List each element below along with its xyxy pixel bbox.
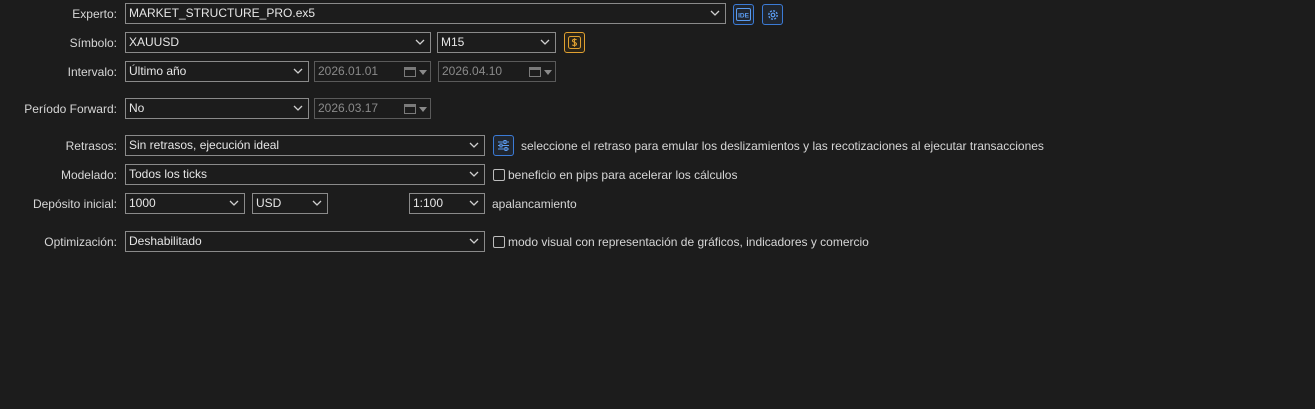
expert-select-value: MARKET_STRUCTURE_PRO.ex5	[129, 6, 316, 20]
forward-period-select[interactable]: No	[125, 98, 309, 119]
chevron-down-icon	[293, 68, 303, 74]
delays-hint: seleccione el retraso para emular los de…	[521, 139, 1044, 153]
interval-select[interactable]: Último año	[125, 61, 309, 82]
chevron-down-icon	[469, 200, 479, 206]
leverage-select-value: 1:100	[413, 196, 444, 210]
leverage-label: apalancamiento	[492, 197, 577, 211]
expert-select[interactable]: MARKET_STRUCTURE_PRO.ex5	[125, 3, 726, 24]
interval-from-date-value: 2026.01.01	[318, 64, 379, 78]
label-deposito: Depósito inicial:	[32, 197, 117, 211]
forward-date-value: 2026.03.17	[318, 101, 379, 115]
timeframe-select[interactable]: M15	[437, 32, 556, 53]
settings-gear-icon	[767, 9, 778, 20]
modeling-select-value: Todos los ticks	[129, 167, 208, 181]
calendar-icon	[404, 67, 416, 77]
optimization-select-value: Deshabilitado	[129, 234, 202, 248]
interval-from-date: 2026.01.01	[314, 61, 431, 82]
label-optimizacion: Optimización:	[44, 235, 117, 249]
chevron-down-icon	[540, 39, 550, 45]
visual-mode-checkbox-label: modo visual con representación de gráfic…	[508, 235, 869, 249]
label-simbolo: Símbolo:	[69, 36, 117, 50]
delays-select[interactable]: Sin retrasos, ejecución ideal	[125, 135, 485, 156]
chevron-down-icon	[229, 200, 239, 206]
label-intervalo: Intervalo:	[67, 65, 117, 79]
deposit-amount-select[interactable]: 1000	[125, 193, 245, 214]
chevron-down-icon	[710, 10, 720, 16]
delays-settings-button[interactable]	[493, 135, 514, 156]
currency-select[interactable]: USD	[252, 193, 328, 214]
dropdown-arrow-icon	[419, 107, 427, 112]
deposit-amount-value: 1000	[129, 196, 156, 210]
sliders-icon	[498, 140, 509, 151]
symbol-select-value: XAUUSD	[129, 35, 180, 49]
forward-date: 2026.03.17	[314, 98, 431, 119]
interval-select-value: Último año	[129, 64, 187, 78]
forward-period-select-value: No	[129, 101, 145, 115]
ide-icon-text: IDE	[738, 13, 750, 20]
calendar-icon	[404, 104, 416, 114]
pips-profit-checkbox[interactable]	[493, 169, 505, 181]
symbol-properties-button[interactable]	[564, 32, 585, 53]
pips-profit-checkbox-label: beneficio en pips para acelerar los cálc…	[508, 168, 738, 182]
expert-settings-button[interactable]	[762, 4, 783, 25]
optimization-select[interactable]: Deshabilitado	[125, 231, 485, 252]
timeframe-select-value: M15	[441, 35, 465, 49]
modeling-select[interactable]: Todos los ticks	[125, 164, 485, 185]
calendar-icon	[529, 67, 541, 77]
interval-to-date-value: 2026.04.10	[442, 64, 503, 78]
chevron-down-icon	[415, 39, 425, 45]
interval-to-date: 2026.04.10	[438, 61, 556, 82]
ide-button[interactable]: IDE	[733, 4, 754, 25]
chevron-down-icon	[469, 142, 479, 148]
visual-mode-checkbox[interactable]	[493, 236, 505, 248]
symbol-select[interactable]: XAUUSD	[125, 32, 431, 53]
label-experto: Experto:	[72, 7, 117, 21]
currency-select-value: USD	[256, 196, 282, 210]
chevron-down-icon	[469, 171, 479, 177]
label-retrasos: Retrasos:	[65, 139, 117, 153]
label-periodo-forward: Período Forward:	[24, 102, 117, 116]
dropdown-arrow-icon	[419, 70, 427, 75]
chevron-down-icon	[312, 200, 322, 206]
dropdown-arrow-icon	[544, 70, 552, 75]
ide-icon: IDE	[736, 8, 751, 21]
label-modelado: Modelado:	[60, 168, 117, 182]
leverage-select[interactable]: 1:100	[409, 193, 485, 214]
chevron-down-icon	[469, 238, 479, 244]
dollar-icon	[568, 36, 581, 49]
chevron-down-icon	[293, 105, 303, 111]
delays-select-value: Sin retrasos, ejecución ideal	[129, 138, 280, 152]
